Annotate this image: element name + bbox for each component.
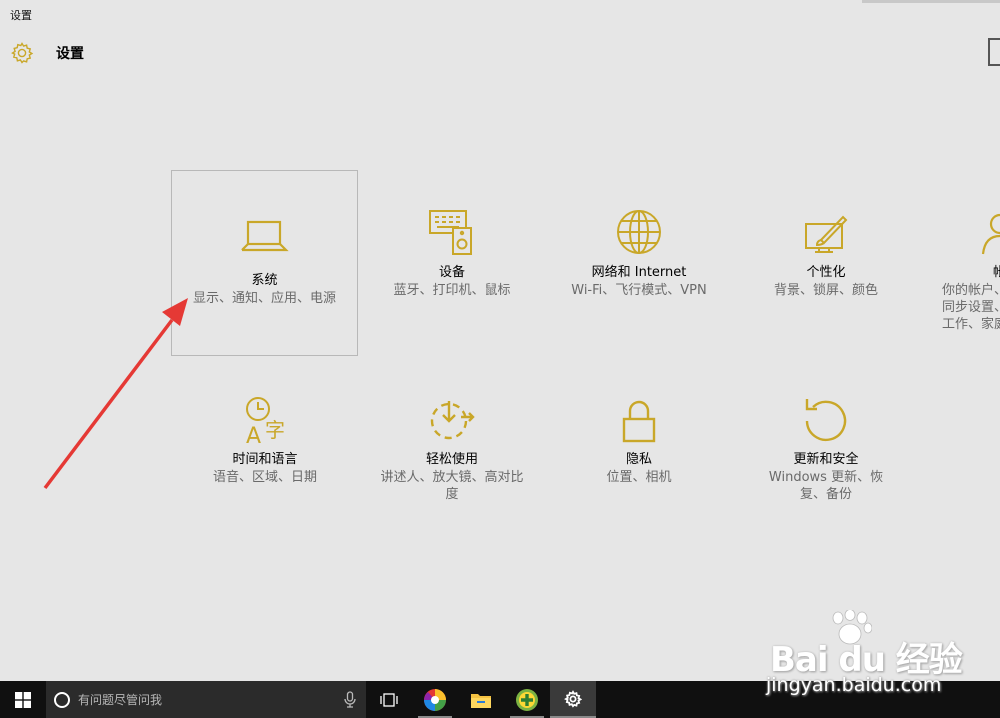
taskbar-app[interactable] — [504, 681, 550, 718]
tile-personalization[interactable]: 个性化 背景、锁屏、颜色 — [746, 208, 906, 299]
tile-update-security[interactable]: 更新和安全 Windows 更新、恢复、备份 — [746, 395, 906, 503]
taskbar-file-explorer[interactable] — [458, 681, 504, 718]
tile-personalization-desc: 背景、锁屏、颜色 — [773, 283, 878, 298]
windows-start-icon — [15, 691, 31, 708]
taskbar: 有问题尽管问我 — [0, 681, 1000, 718]
annotation-arrow — [43, 298, 188, 490]
tile-privacy[interactable]: 隐私 位置、相机 — [559, 395, 719, 486]
microphone-icon[interactable] — [344, 691, 356, 708]
tile-time-language[interactable]: A 字 时间和语言 语音、区域、日期 — [185, 395, 345, 486]
svg-text:A: A — [246, 424, 261, 449]
tile-devices-desc: 蓝牙、打印机、鼠标 — [393, 283, 511, 298]
tile-privacy-name: 隐私 — [625, 452, 652, 467]
tile-time-language-desc: 语音、区域、日期 — [212, 470, 317, 485]
tile-accounts[interactable]: 帐户 你的帐户、同步设置、工作、家庭 — [933, 208, 1000, 333]
svg-text:字: 字 — [265, 418, 285, 442]
tile-devices-name: 设备 — [438, 265, 465, 280]
gear-icon — [11, 42, 34, 64]
tile-ease-of-access-name: 轻松使用 — [425, 452, 478, 467]
app-header: 设置 — [10, 40, 84, 66]
app-plus-icon — [516, 688, 538, 711]
paw-icon — [832, 610, 872, 645]
lock-icon — [622, 400, 656, 443]
ease-of-access-icon — [430, 401, 475, 440]
globe-icon — [617, 210, 661, 254]
watermark-logo: Bai du 经验 — [770, 640, 963, 680]
devices-icon — [429, 210, 472, 255]
search-settings-box[interactable] — [988, 38, 1000, 66]
task-view-button[interactable] — [366, 681, 412, 718]
taskbar-browser[interactable] — [412, 681, 458, 718]
tile-network[interactable]: 网络和 Internet Wi-Fi、飞行模式、VPN — [559, 208, 719, 299]
laptop-icon — [240, 220, 289, 252]
start-button[interactable] — [0, 681, 46, 718]
tile-system[interactable]: 系统 显示、通知、应用、电源 — [171, 170, 358, 356]
tile-system-desc: 显示、通知、应用、电源 — [192, 291, 336, 306]
account-icon — [981, 213, 1000, 255]
window-title: 设置 — [10, 9, 32, 22]
settings-gear-icon — [564, 689, 582, 708]
window-edge — [862, 0, 1000, 3]
task-view-icon — [380, 692, 398, 707]
tile-accounts-desc: 你的帐户、同步设置、工作、家庭 — [942, 283, 1000, 332]
tile-network-desc: Wi-Fi、飞行模式、VPN — [571, 283, 707, 298]
tile-system-name: 系统 — [251, 273, 278, 288]
page-title: 设置 — [56, 46, 84, 62]
personalization-icon — [805, 215, 848, 253]
tile-update-security-desc: Windows 更新、恢复、备份 — [768, 470, 884, 502]
tile-devices[interactable]: 设备 蓝牙、打印机、鼠标 — [372, 208, 532, 299]
tile-privacy-desc: 位置、相机 — [606, 470, 672, 485]
taskbar-settings[interactable] — [550, 681, 596, 718]
tile-time-language-name: 时间和语言 — [232, 452, 298, 467]
refresh-icon — [805, 399, 847, 442]
tile-ease-of-access[interactable]: 轻松使用 讲述人、放大镜、高对比度 — [372, 395, 532, 503]
cortana-icon — [54, 691, 70, 708]
search-placeholder: 有问题尽管问我 — [78, 693, 163, 707]
tile-update-security-name: 更新和安全 — [793, 452, 859, 467]
tile-network-name: 网络和 Internet — [591, 265, 687, 280]
tile-personalization-name: 个性化 — [806, 265, 846, 280]
file-explorer-icon — [471, 693, 491, 708]
time-language-icon: A 字 — [246, 397, 285, 449]
tile-accounts-name: 帐户 — [993, 265, 1000, 280]
browser-icon — [424, 688, 446, 711]
taskbar-search[interactable]: 有问题尽管问我 — [46, 681, 366, 718]
tile-ease-of-access-desc: 讲述人、放大镜、高对比度 — [380, 470, 524, 502]
